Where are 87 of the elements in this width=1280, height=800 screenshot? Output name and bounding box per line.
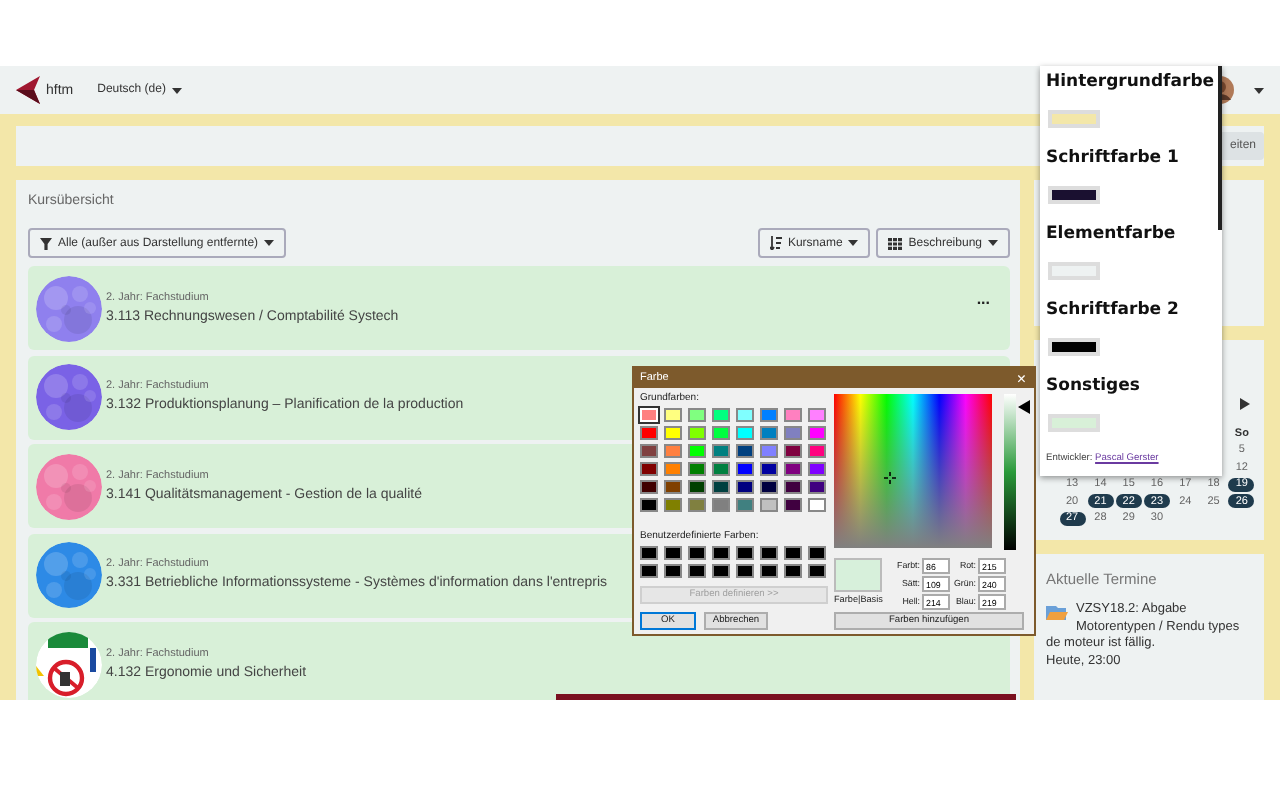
color-swatch[interactable]	[688, 408, 706, 422]
color-swatch[interactable]	[808, 426, 826, 440]
color-swatch[interactable]	[784, 564, 802, 578]
color-swatch[interactable]	[736, 546, 754, 560]
color-swatch[interactable]	[736, 444, 754, 458]
color-swatch[interactable]	[784, 444, 802, 458]
color-swatch[interactable]	[640, 426, 658, 440]
color-swatch[interactable]	[664, 498, 682, 512]
color-swatch[interactable]	[640, 462, 658, 476]
caret-icon	[264, 240, 275, 246]
sort-icon	[769, 236, 782, 250]
color-swatch[interactable]	[640, 546, 658, 560]
color-swatch[interactable]	[760, 408, 778, 422]
color-swatch[interactable]	[808, 462, 826, 476]
section-heading: Schriftfarbe 2	[1046, 298, 1181, 324]
color-swatch[interactable]	[736, 462, 754, 476]
color-swatch[interactable]	[712, 444, 730, 458]
more-menu-button[interactable]: ...	[968, 290, 998, 308]
color-swatch[interactable]	[688, 546, 706, 560]
color-swatch[interactable]	[808, 444, 826, 458]
slider-pointer-icon[interactable]	[1018, 399, 1030, 414]
color-swatch[interactable]	[808, 564, 826, 578]
logo-icon[interactable]	[16, 76, 40, 104]
color-swatch[interactable]	[784, 462, 802, 476]
color-swatch[interactable]	[760, 426, 778, 440]
color-spectrum[interactable]	[834, 394, 992, 548]
color-swatch[interactable]	[640, 498, 658, 512]
color-swatch[interactable]	[664, 480, 682, 494]
color-swatch[interactable]	[712, 426, 730, 440]
color-swatch[interactable]	[808, 480, 826, 494]
filter-icon	[40, 237, 52, 249]
color-swatch[interactable]	[784, 480, 802, 494]
color-swatch[interactable]	[688, 480, 706, 494]
color-swatch[interactable]	[736, 564, 754, 578]
color-swatch[interactable]	[664, 444, 682, 458]
luminance-slider[interactable]	[1004, 394, 1030, 550]
color-swatch[interactable]	[784, 426, 802, 440]
color-swatch[interactable]	[688, 498, 706, 512]
color-swatch[interactable]	[736, 408, 754, 422]
color-swatch[interactable]	[760, 546, 778, 560]
color-swatch[interactable]	[664, 426, 682, 440]
caret-icon	[171, 87, 182, 93]
section-heading: Elementfarbe	[1046, 222, 1178, 248]
color-swatch[interactable]	[808, 546, 826, 560]
color-swatch[interactable]	[688, 426, 706, 440]
folder-icon	[1046, 604, 1068, 620]
color-swatch[interactable]	[664, 546, 682, 560]
color-swatch[interactable]	[760, 498, 778, 512]
caret-icon	[848, 240, 859, 246]
color-swatch[interactable]	[712, 498, 730, 512]
close-button[interactable]: ×	[1012, 369, 1030, 387]
next-month-icon[interactable]	[1240, 398, 1250, 410]
color-swatch[interactable]	[712, 408, 730, 422]
color-swatch[interactable]	[712, 564, 730, 578]
color-swatch[interactable]	[664, 408, 682, 422]
color-swatch[interactable]	[760, 564, 778, 578]
color-swatch[interactable]	[664, 564, 682, 578]
color-swatch[interactable]	[760, 480, 778, 494]
caret-icon	[988, 240, 998, 246]
color-swatch[interactable]	[736, 498, 754, 512]
caret-icon	[1254, 87, 1264, 93]
scrollbar-thumb[interactable]	[556, 694, 1016, 700]
section-heading: Schriftfarbe 1	[1046, 146, 1181, 172]
color-swatch[interactable]	[640, 564, 658, 578]
color-swatch[interactable]	[736, 426, 754, 440]
scrollbar-thumb[interactable]	[1218, 66, 1222, 230]
crosshair-icon[interactable]	[884, 472, 896, 484]
color-swatch[interactable]	[640, 444, 658, 458]
section-heading: Hintergrundfarbe	[1046, 70, 1214, 96]
color-swatch[interactable]	[808, 408, 826, 422]
color-swatch[interactable]	[712, 480, 730, 494]
color-swatch[interactable]	[664, 462, 682, 476]
color-swatch[interactable]	[784, 498, 802, 512]
color-swatch[interactable]	[736, 480, 754, 494]
color-swatch[interactable]	[688, 462, 706, 476]
section-heading: Sonstiges	[1046, 374, 1142, 400]
color-swatch[interactable]	[712, 546, 730, 560]
color-swatch[interactable]	[688, 564, 706, 578]
color-swatch[interactable]	[808, 498, 826, 512]
grid-icon	[888, 237, 903, 249]
color-swatch[interactable]	[760, 462, 778, 476]
color-swatch[interactable]	[784, 408, 802, 422]
color-swatch[interactable]	[688, 444, 706, 458]
color-swatch[interactable]	[760, 444, 778, 458]
color-swatch[interactable]	[712, 462, 730, 476]
color-swatch[interactable]	[640, 480, 658, 494]
color-swatch[interactable]	[784, 546, 802, 560]
